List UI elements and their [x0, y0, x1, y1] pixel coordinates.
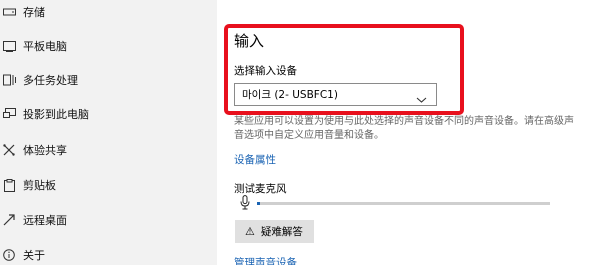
- microphone-icon: [240, 195, 250, 214]
- device-properties-link[interactable]: 设备属性: [234, 152, 276, 167]
- troubleshoot-button[interactable]: ⚠ 疑难解答: [235, 220, 314, 243]
- sidebar-item-project[interactable]: 投影到此电脑: [0, 99, 217, 129]
- mic-level-fill: [257, 202, 260, 205]
- tablet-icon: [2, 39, 16, 53]
- share-icon: [2, 143, 16, 157]
- warning-icon: ⚠: [245, 225, 255, 238]
- manage-sound-devices-link[interactable]: 管理声音设备: [234, 255, 297, 265]
- sidebar-item-label: 体验共享: [23, 144, 67, 157]
- sidebar-item-label: 存储: [23, 6, 45, 19]
- sidebar-item-storage[interactable]: 存储: [0, 0, 217, 27]
- info-icon: [2, 248, 16, 262]
- sidebar-item-multitasking[interactable]: 多任务处理: [0, 65, 217, 95]
- troubleshoot-label: 疑难解答: [260, 226, 303, 238]
- sidebar-item-remote-desktop[interactable]: 远程桌面: [0, 205, 217, 235]
- sidebar-item-label: 剪贴板: [23, 179, 56, 192]
- highlight-box: [224, 24, 464, 115]
- sidebar-item-label: 投影到此电脑: [23, 108, 89, 121]
- multitasking-icon: [2, 73, 16, 87]
- remote-desktop-icon: [2, 213, 16, 227]
- project-icon: [2, 107, 16, 121]
- sidebar-item-tablet[interactable]: 平板电脑: [0, 31, 217, 61]
- sidebar-item-label: 关于: [23, 249, 45, 262]
- storage-icon: [2, 5, 16, 19]
- sidebar-item-label: 远程桌面: [23, 214, 67, 227]
- sidebar-item-label: 多任务处理: [23, 74, 78, 87]
- input-description: 某些应用可以设置为使用与此处选择的声音设备不同的声音设备。请在高级声音选项中自定…: [234, 116, 574, 141]
- clipboard-icon: [2, 178, 16, 192]
- sidebar-item-about[interactable]: 关于: [0, 240, 217, 265]
- mic-level-meter: [257, 202, 550, 205]
- sidebar: 存储 平板电脑 多任务处理 投影到此电脑 体验共享 剪贴板 远程桌面 关于: [0, 0, 217, 265]
- mic-test-label: 测试麦克风: [234, 183, 287, 195]
- sidebar-item-clipboard[interactable]: 剪贴板: [0, 170, 217, 200]
- sidebar-item-share[interactable]: 体验共享: [0, 135, 217, 165]
- main-content: 输入 选择输入设备 마이크 (2- USBFC1) 某些应用可以设置为使用与此处…: [217, 0, 593, 265]
- sidebar-item-label: 平板电脑: [23, 40, 67, 53]
